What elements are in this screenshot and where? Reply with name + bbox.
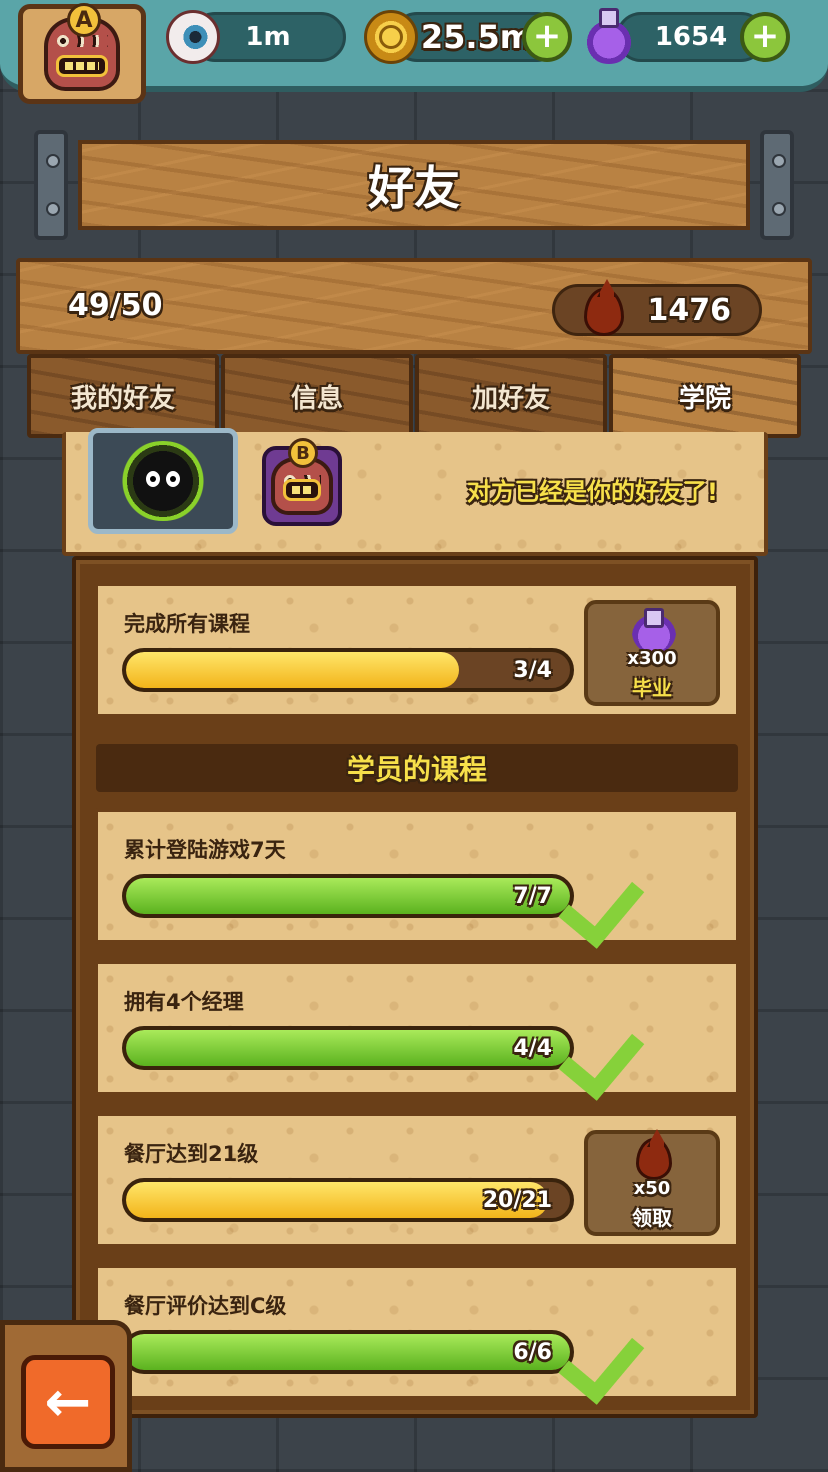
tab-my-friends[interactable]: 我的好友 (27, 354, 219, 438)
friend-card: B 对方已经是你的好友了! (62, 428, 768, 556)
player-avatar[interactable]: A (18, 3, 146, 104)
reward-label: 毕业 (632, 676, 672, 700)
checkmark-icon (596, 838, 696, 918)
row-title: 累计登陆游戏7天 (124, 838, 286, 862)
progress-label: 7/7 (513, 884, 552, 909)
reward-quantity: x300 (627, 648, 677, 669)
title-board: 好友 (34, 130, 794, 240)
top-hud: A 1m 25.5m + 1654 + (0, 0, 828, 104)
player-grade-badge: A (67, 3, 101, 37)
potion-icon (582, 8, 636, 64)
row-title: 餐厅评价达到C级 (124, 1294, 287, 1318)
friend-avatar[interactable] (88, 428, 238, 534)
course-row: 累计登陆游戏7天 7/7 (94, 808, 740, 944)
course-panel: 完成所有课程 3/4 x300 毕业 学员的课程 累计登陆游戏7天 7/7 拥有… (72, 556, 758, 1418)
soot-monster-icon (118, 441, 208, 521)
right-bracket (760, 130, 794, 240)
back-arrow-icon: ← (44, 1369, 92, 1435)
blood-drop-icon (584, 288, 624, 336)
reward-label: 领取 (632, 1206, 672, 1230)
back-button-frame: ← (0, 1320, 132, 1472)
checkmark-icon (596, 990, 696, 1070)
claim-reward-button[interactable]: x50 领取 (584, 1130, 720, 1236)
friend-count: 49/50 (68, 288, 163, 323)
stat-board: 49/50 1476 (16, 258, 812, 354)
blood-drop-icon (636, 1138, 672, 1180)
course-row: 拥有4个经理 4/4 (94, 960, 740, 1096)
progress-label: 3/4 (513, 658, 552, 683)
row-title: 拥有4个经理 (124, 990, 244, 1014)
course-row: 餐厅达到21级 20/21 x50 领取 (94, 1112, 740, 1248)
section-header: 学员的课程 (96, 744, 738, 792)
graduation-row: 完成所有课程 3/4 x300 毕业 (94, 582, 740, 718)
progress-fill (126, 652, 459, 688)
blood-value: 1476 (647, 292, 732, 328)
row-title: 完成所有课程 (124, 612, 250, 636)
progress-label: 4/4 (513, 1036, 552, 1061)
reward-quantity: x50 (633, 1178, 671, 1199)
progress-bar: 6/6 (122, 1330, 574, 1374)
eyes-value: 1m (245, 22, 291, 52)
friend-grade-badge: B (288, 438, 318, 468)
coins-value: 25.5m (420, 18, 534, 56)
page-title: 好友 (78, 140, 750, 230)
left-bracket (34, 130, 68, 240)
row-title: 餐厅达到21级 (124, 1142, 259, 1166)
back-button[interactable]: ← (21, 1355, 115, 1449)
progress-fill (126, 878, 570, 914)
add-potions-button[interactable]: + (740, 12, 790, 62)
progress-fill (126, 1334, 570, 1370)
tab-messages[interactable]: 信息 (221, 354, 413, 438)
tab-bar: 我的好友 信息 加好友 学院 (26, 354, 802, 438)
tab-add-friend[interactable]: 加好友 (415, 354, 607, 438)
friend-restaurant-monster: B (262, 438, 342, 526)
checkmark-icon (596, 1294, 696, 1374)
potions-value: 1654 (654, 22, 728, 52)
progress-bar: 7/7 (122, 874, 574, 918)
progress-label: 6/6 (513, 1340, 552, 1365)
add-coins-button[interactable]: + (522, 12, 572, 62)
graduation-reward-button[interactable]: x300 毕业 (584, 600, 720, 706)
eyeball-icon (166, 10, 220, 64)
progress-bar: 4/4 (122, 1026, 574, 1070)
progress-bar: 3/4 (122, 648, 574, 692)
progress-fill (126, 1030, 570, 1066)
tab-academy[interactable]: 学院 (609, 354, 801, 438)
coin-icon (364, 10, 418, 64)
progress-label: 20/21 (482, 1188, 552, 1213)
friend-status-message: 对方已经是你的好友了! (467, 478, 718, 506)
course-row: 餐厅评价达到C级 6/6 (94, 1264, 740, 1400)
progress-bar: 20/21 (122, 1178, 574, 1222)
